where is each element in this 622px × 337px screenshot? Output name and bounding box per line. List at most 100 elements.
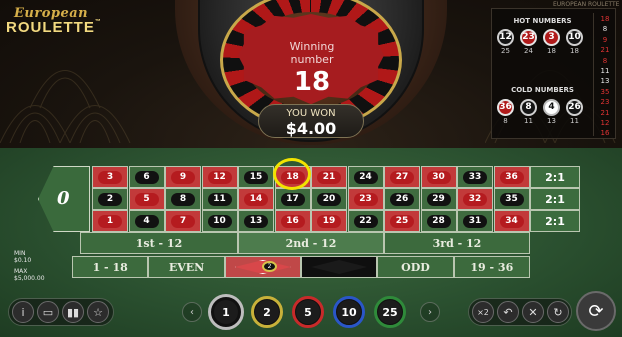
racetrack-button[interactable]: ▭: [37, 301, 59, 323]
bet-spot-number[interactable]: 15: [238, 166, 274, 188]
history-number: 23: [600, 98, 610, 107]
number-label: 32: [463, 192, 487, 206]
bet-spot-column[interactable]: 2:1: [530, 210, 580, 232]
chevron-right-icon: ›: [428, 306, 432, 318]
bet-spot-number[interactable]: 34: [493, 210, 530, 232]
bet-spot-number[interactable]: 1: [92, 210, 128, 232]
cold-number-ball: 8: [520, 99, 537, 116]
min-value: $0.10: [14, 257, 32, 264]
win-amount-value: $4.00: [285, 119, 337, 138]
bet-spot-number[interactable]: 33: [457, 166, 493, 188]
bet-spot-number[interactable]: 8: [165, 188, 201, 210]
double-bet-button[interactable]: ×2: [472, 301, 494, 323]
bet-spot-number[interactable]: 36: [493, 166, 530, 188]
bet-spot-number[interactable]: 5: [128, 188, 165, 210]
statistics-panel: HOT NUMBERS COLD NUMBERS 12 25 23 24 3 18 10 18…: [491, 8, 616, 139]
bet-spot-19-36[interactable]: 19 - 36: [453, 256, 530, 278]
bet-spot-column[interactable]: 2:1: [530, 188, 580, 210]
bet-spot-dozen[interactable]: 2nd - 12: [238, 232, 384, 254]
chip-value-25[interactable]: 25: [374, 296, 406, 328]
hot-number-count: 18: [570, 47, 579, 55]
history-number: 21: [600, 46, 610, 55]
bet-spot-number[interactable]: 21: [311, 166, 347, 188]
chevron-left-icon: ‹: [190, 306, 194, 318]
chip-value-5[interactable]: 5: [292, 296, 324, 328]
favourites-button[interactable]: ☆: [87, 301, 109, 323]
number-label: 16: [280, 214, 305, 228]
number-label: 6: [134, 170, 159, 184]
bet-spot-number[interactable]: 17: [274, 188, 311, 210]
chip-next-button[interactable]: ›: [420, 302, 440, 322]
bet-spot-number[interactable]: 4: [128, 210, 165, 232]
bet-spot-number[interactable]: 27: [384, 166, 420, 188]
bet-spot-number[interactable]: 24: [347, 166, 384, 188]
hot-number-ball: 12: [497, 29, 514, 46]
bet-spot-number[interactable]: 16: [274, 210, 311, 232]
chip-value-1[interactable]: 1: [208, 294, 244, 330]
bet-spot-number[interactable]: 11: [201, 188, 238, 210]
undo-icon: ↶: [503, 305, 513, 319]
bet-spot-number[interactable]: 3: [92, 166, 128, 188]
win-amount-box: YOU WON $4.00: [258, 104, 364, 138]
number-label: 7: [171, 214, 195, 228]
logo-line2: ROULETTE™: [6, 19, 102, 36]
bet-spot-number[interactable]: 12: [201, 166, 238, 188]
bet-spot-odd[interactable]: ODD: [377, 256, 454, 278]
bet-spot-number[interactable]: 23: [347, 188, 384, 210]
bet-spot-number[interactable]: 32: [457, 188, 493, 210]
bet-spot-number[interactable]: 25: [384, 210, 420, 232]
cold-numbers-title: COLD NUMBERS: [511, 86, 574, 94]
history-number: 8: [602, 56, 608, 65]
bet-spot-number[interactable]: 20: [311, 188, 347, 210]
cold-number-ball: 26: [566, 99, 583, 116]
bet-spot-number[interactable]: 14: [238, 188, 274, 210]
number-label: 31: [463, 214, 487, 228]
number-label: 35: [499, 192, 524, 206]
table-limits: MIN $0.10 MAX $5,000.00: [14, 250, 45, 282]
bet-spot-number[interactable]: 9: [165, 166, 201, 188]
bet-spot-number[interactable]: 26: [384, 188, 420, 210]
zero-label: 0: [57, 188, 70, 209]
bet-spot-number[interactable]: 22: [347, 210, 384, 232]
chip-value-2[interactable]: 2: [251, 296, 283, 328]
number-label: 5: [134, 192, 159, 206]
bet-spot-number[interactable]: 30: [420, 166, 457, 188]
bet-spot-number[interactable]: 13: [238, 210, 274, 232]
placed-bet-chip[interactable]: 2: [262, 261, 277, 272]
bet-spot-number[interactable]: 29: [420, 188, 457, 210]
bet-spot-number[interactable]: 35: [493, 188, 530, 210]
chip-value-label: 10: [337, 300, 361, 324]
rebet-button[interactable]: ↻: [547, 301, 569, 323]
winning-number-value: 18: [293, 67, 331, 97]
hot-number-ball: 23: [520, 29, 537, 46]
number-label: 36: [499, 170, 524, 184]
undo-button[interactable]: ↶: [497, 301, 519, 323]
info-button[interactable]: i: [12, 301, 34, 323]
bet-spot-number[interactable]: 28: [420, 210, 457, 232]
number-label: 1: [98, 214, 122, 228]
bet-spot-number[interactable]: 7: [165, 210, 201, 232]
statistics-button[interactable]: ▮▮: [62, 301, 84, 323]
clear-bets-button[interactable]: ✕: [522, 301, 544, 323]
spin-button[interactable]: ⟳: [576, 291, 616, 331]
bet-spot-number[interactable]: 10: [201, 210, 238, 232]
number-label: 28: [426, 214, 451, 228]
bet-spot-black[interactable]: [301, 256, 378, 278]
chip-value-10[interactable]: 10: [333, 296, 365, 328]
bet-spot-number[interactable]: 31: [457, 210, 493, 232]
history-number: 12: [600, 119, 610, 127]
chip-value-label: 5: [296, 300, 320, 324]
cold-number-count: 11: [570, 117, 579, 125]
bet-spot-number[interactable]: 19: [311, 210, 347, 232]
bet-spot-number[interactable]: 2: [92, 188, 128, 210]
bet-spot-1-18[interactable]: 1 - 18: [72, 256, 149, 278]
racetrack-icon: ▭: [42, 305, 54, 319]
chip-prev-button[interactable]: ‹: [182, 302, 202, 322]
bet-spot-number[interactable]: 6: [128, 166, 165, 188]
hot-number-count: 24: [524, 47, 533, 55]
number-label: 13: [244, 214, 268, 228]
bet-spot-dozen[interactable]: 3rd - 12: [384, 232, 530, 254]
bet-spot-dozen[interactable]: 1st - 12: [80, 232, 238, 254]
bet-spot-even[interactable]: EVEN: [148, 256, 225, 278]
bet-spot-column[interactable]: 2:1: [530, 166, 580, 188]
